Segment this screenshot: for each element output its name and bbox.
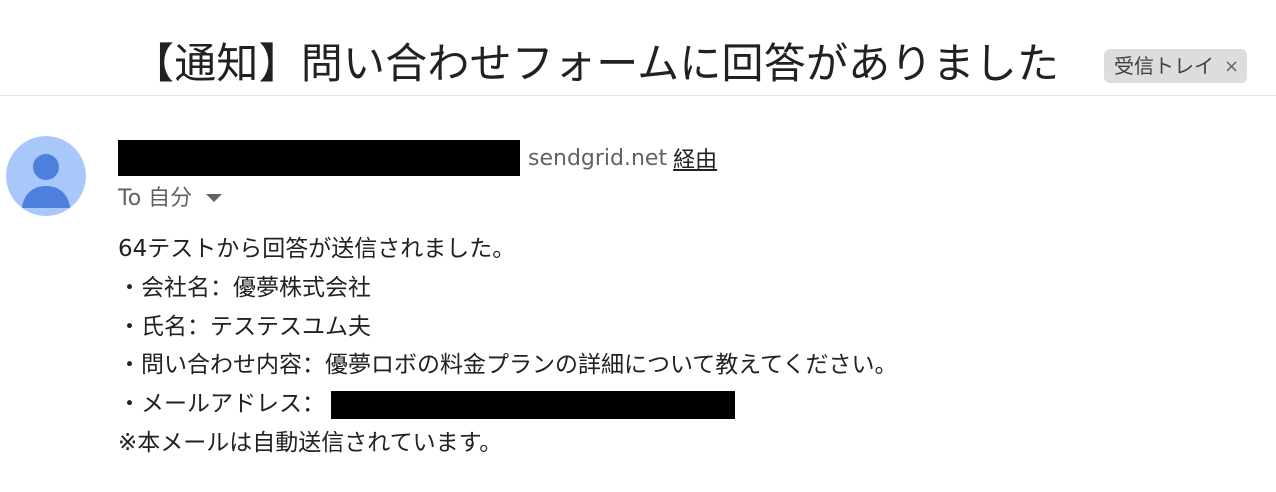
body-line-note: ※本メールは自動送信されています。 xyxy=(118,429,503,456)
redacted-email-address xyxy=(331,390,735,419)
body-line-company: ・会社名：優夢株式会社 xyxy=(118,274,371,301)
body-line-email: ・メールアドレス： xyxy=(118,385,1198,424)
close-icon[interactable]: × xyxy=(1224,48,1239,84)
email-body: 64テストから回答が送信されました。 ・会社名：優夢株式会社 ・氏名：テステスユ… xyxy=(118,230,1198,463)
body-line-intro: 64テストから回答が送信されました。 xyxy=(118,236,516,262)
sender-domain: sendgrid.net xyxy=(528,145,668,171)
inbox-label-text: 受信トレイ xyxy=(1114,54,1214,78)
person-icon xyxy=(6,136,86,216)
sender-row: sendgrid.net 経由 xyxy=(118,140,717,176)
body-line-name: ・氏名：テステスユム夫 xyxy=(118,313,371,340)
email-label: ・メールアドレス： xyxy=(118,391,325,418)
via-link[interactable]: 経由 xyxy=(673,142,717,174)
body-line-inquiry: ・問い合わせ内容：優夢ロボの料金プランの詳細について教えてください。 xyxy=(118,352,898,379)
email-subject: 【通知】問い合わせフォームに回答がありました xyxy=(132,39,1060,88)
recipient-text: To 自分 xyxy=(118,186,193,211)
avatar xyxy=(6,136,86,216)
email-header: 【通知】問い合わせフォームに回答がありました 受信トレイ × xyxy=(0,0,1276,96)
recipient-details-toggle[interactable]: To 自分 xyxy=(118,180,223,212)
chevron-down-icon[interactable] xyxy=(206,194,223,202)
redacted-sender-name xyxy=(118,140,520,176)
inbox-label-chip[interactable]: 受信トレイ × xyxy=(1104,48,1248,84)
